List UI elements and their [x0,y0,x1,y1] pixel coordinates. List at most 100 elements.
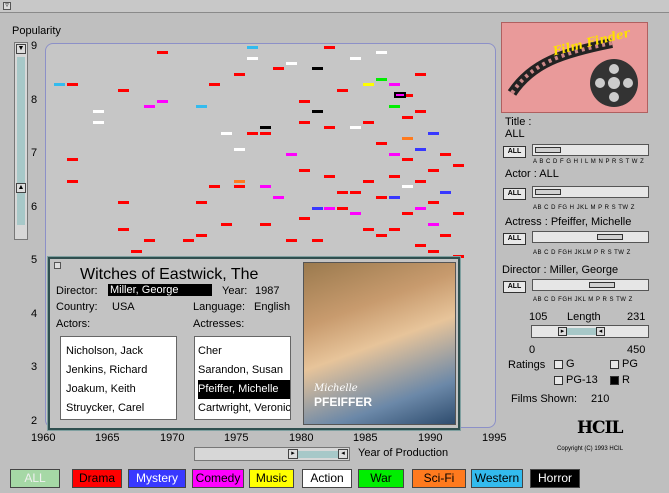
actress-all-button[interactable]: ALL [503,233,526,245]
movie-mark[interactable] [402,137,413,140]
director-all-button[interactable]: ALL [503,281,526,293]
movie-mark[interactable] [428,223,439,226]
list-item[interactable]: Cher [198,342,290,361]
year-range-slider[interactable]: ▸ ◂ [194,447,350,461]
director-slider[interactable] [532,279,649,291]
year-min-handle-icon[interactable]: ▸ [288,449,298,459]
movie-mark[interactable] [428,169,439,172]
movie-mark[interactable] [93,110,104,113]
movie-mark[interactable] [118,89,129,92]
movie-mark[interactable] [234,180,245,183]
movie-mark[interactable] [209,185,220,188]
movie-mark[interactable] [415,73,426,76]
popularity-range-slider[interactable]: ▼ ▲ [14,42,28,240]
movie-mark[interactable] [402,158,413,161]
movie-mark[interactable] [350,57,361,60]
movie-mark[interactable] [376,51,387,54]
movie-mark[interactable] [157,51,168,54]
movie-mark[interactable] [273,67,284,70]
movie-mark[interactable] [440,234,451,237]
movie-mark[interactable] [144,105,155,108]
movie-mark[interactable] [221,132,232,135]
movie-mark[interactable] [415,110,426,113]
length-max-handle-icon[interactable]: ◂ [596,327,605,336]
list-item[interactable]: Cartwright, Veronica [198,399,290,418]
movie-mark[interactable] [337,191,348,194]
movie-mark[interactable] [363,83,374,86]
director-slider-thumb[interactable] [589,282,615,288]
popularity-min-handle-icon[interactable]: ▲ [16,183,26,193]
actresses-list[interactable]: Cher Sarandon, Susan Pfeiffer, Michelle … [194,336,291,420]
movie-mark[interactable] [260,223,271,226]
movie-mark[interactable] [440,153,451,156]
checkbox-checked-icon[interactable] [610,375,619,385]
movie-mark[interactable] [299,121,310,124]
actress-slider[interactable] [532,231,649,243]
title-slider-thumb[interactable] [535,147,561,153]
movie-mark[interactable] [67,180,78,183]
movie-mark[interactable] [402,116,413,119]
list-item-selected[interactable]: Pfeiffer, Michelle [198,380,290,399]
movie-mark[interactable] [453,212,464,215]
movie-mark[interactable] [312,67,323,70]
movie-mark[interactable] [363,180,374,183]
movie-mark[interactable] [337,89,348,92]
movie-mark[interactable] [67,83,78,86]
rating-r-checkbox[interactable]: R [610,374,630,386]
movie-mark[interactable] [389,175,400,178]
movie-mark[interactable] [67,158,78,161]
movie-mark[interactable] [415,148,426,151]
movie-mark[interactable] [376,78,387,81]
genre-button-horror[interactable]: Horror [530,469,580,488]
genre-button-all[interactable]: ALL [10,469,60,488]
movie-mark[interactable] [131,250,142,253]
list-item[interactable]: Nicholson, Jack [66,342,171,361]
movie-mark[interactable] [299,217,310,220]
length-min-handle-icon[interactable]: ▸ [558,327,567,336]
movie-mark[interactable] [324,126,335,129]
movie-mark[interactable] [376,196,387,199]
movie-mark[interactable] [144,239,155,242]
movie-mark[interactable] [286,62,297,65]
actress-slider-thumb[interactable] [597,234,623,240]
movie-mark[interactable] [350,126,361,129]
movie-mark[interactable] [221,223,232,226]
movie-mark[interactable] [286,239,297,242]
movie-mark[interactable] [247,132,258,135]
movie-mark[interactable] [337,207,348,210]
genre-button-drama[interactable]: Drama [72,469,122,488]
movie-mark[interactable] [312,207,323,210]
movie-mark[interactable] [157,100,168,103]
rating-pg-checkbox[interactable]: PG [610,358,638,370]
rating-pg13-checkbox[interactable]: PG-13 [554,374,598,386]
genre-button-action[interactable]: Action [302,469,352,488]
movie-mark[interactable] [234,148,245,151]
movie-mark[interactable] [389,228,400,231]
list-item[interactable]: Joakum, Keith [66,380,171,399]
movie-mark[interactable] [260,126,271,129]
movie-mark[interactable] [376,234,387,237]
movie-mark[interactable] [402,185,413,188]
checkbox-icon[interactable] [554,375,563,385]
length-slider[interactable]: ▸ ◂ [531,325,649,338]
movie-mark[interactable] [260,185,271,188]
movie-mark[interactable] [324,175,335,178]
movie-mark[interactable] [312,239,323,242]
movie-mark[interactable] [234,185,245,188]
movie-mark[interactable] [247,46,258,49]
movie-mark[interactable] [428,132,439,135]
movie-mark[interactable] [234,73,245,76]
title-all-button[interactable]: ALL [503,146,526,158]
movie-mark[interactable] [324,46,335,49]
actor-slider[interactable] [532,186,649,198]
movie-mark[interactable] [389,153,400,156]
year-max-handle-icon[interactable]: ◂ [338,449,348,459]
genre-button-comedy[interactable]: Comedy [192,469,244,488]
movie-mark[interactable] [428,201,439,204]
list-item[interactable]: Struycker, Carel [66,399,171,418]
movie-mark[interactable] [118,228,129,231]
genre-button-mystery[interactable]: Mystery [128,469,186,488]
movie-mark[interactable] [196,234,207,237]
movie-mark[interactable] [54,83,65,86]
popularity-max-handle-icon[interactable]: ▼ [16,44,26,54]
